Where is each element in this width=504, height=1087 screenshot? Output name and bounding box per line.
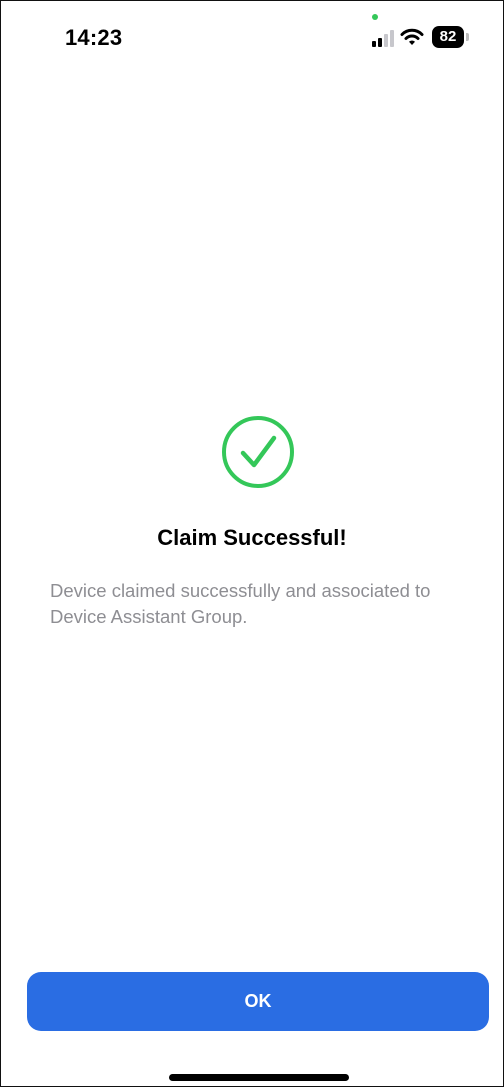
success-title: Claim Successful! bbox=[157, 525, 347, 550]
status-time: 14:23 bbox=[65, 25, 123, 50]
privacy-indicator-dot bbox=[372, 14, 378, 20]
success-message: Device claimed successfully and associat… bbox=[50, 580, 431, 627]
battery-indicator: 82 bbox=[432, 26, 469, 48]
home-indicator[interactable] bbox=[169, 1074, 349, 1081]
check-circle-icon bbox=[222, 416, 294, 488]
wifi-icon bbox=[400, 28, 424, 45]
battery-level: 82 bbox=[432, 26, 464, 48]
status-bar: 14:23 82 bbox=[1, 1, 503, 71]
battery-cap bbox=[466, 33, 469, 41]
cellular-signal-icon bbox=[372, 30, 394, 47]
ok-button[interactable]: OK bbox=[27, 972, 489, 1031]
success-screen: 14:23 82 Claim Successful! Device claime… bbox=[0, 0, 504, 1087]
